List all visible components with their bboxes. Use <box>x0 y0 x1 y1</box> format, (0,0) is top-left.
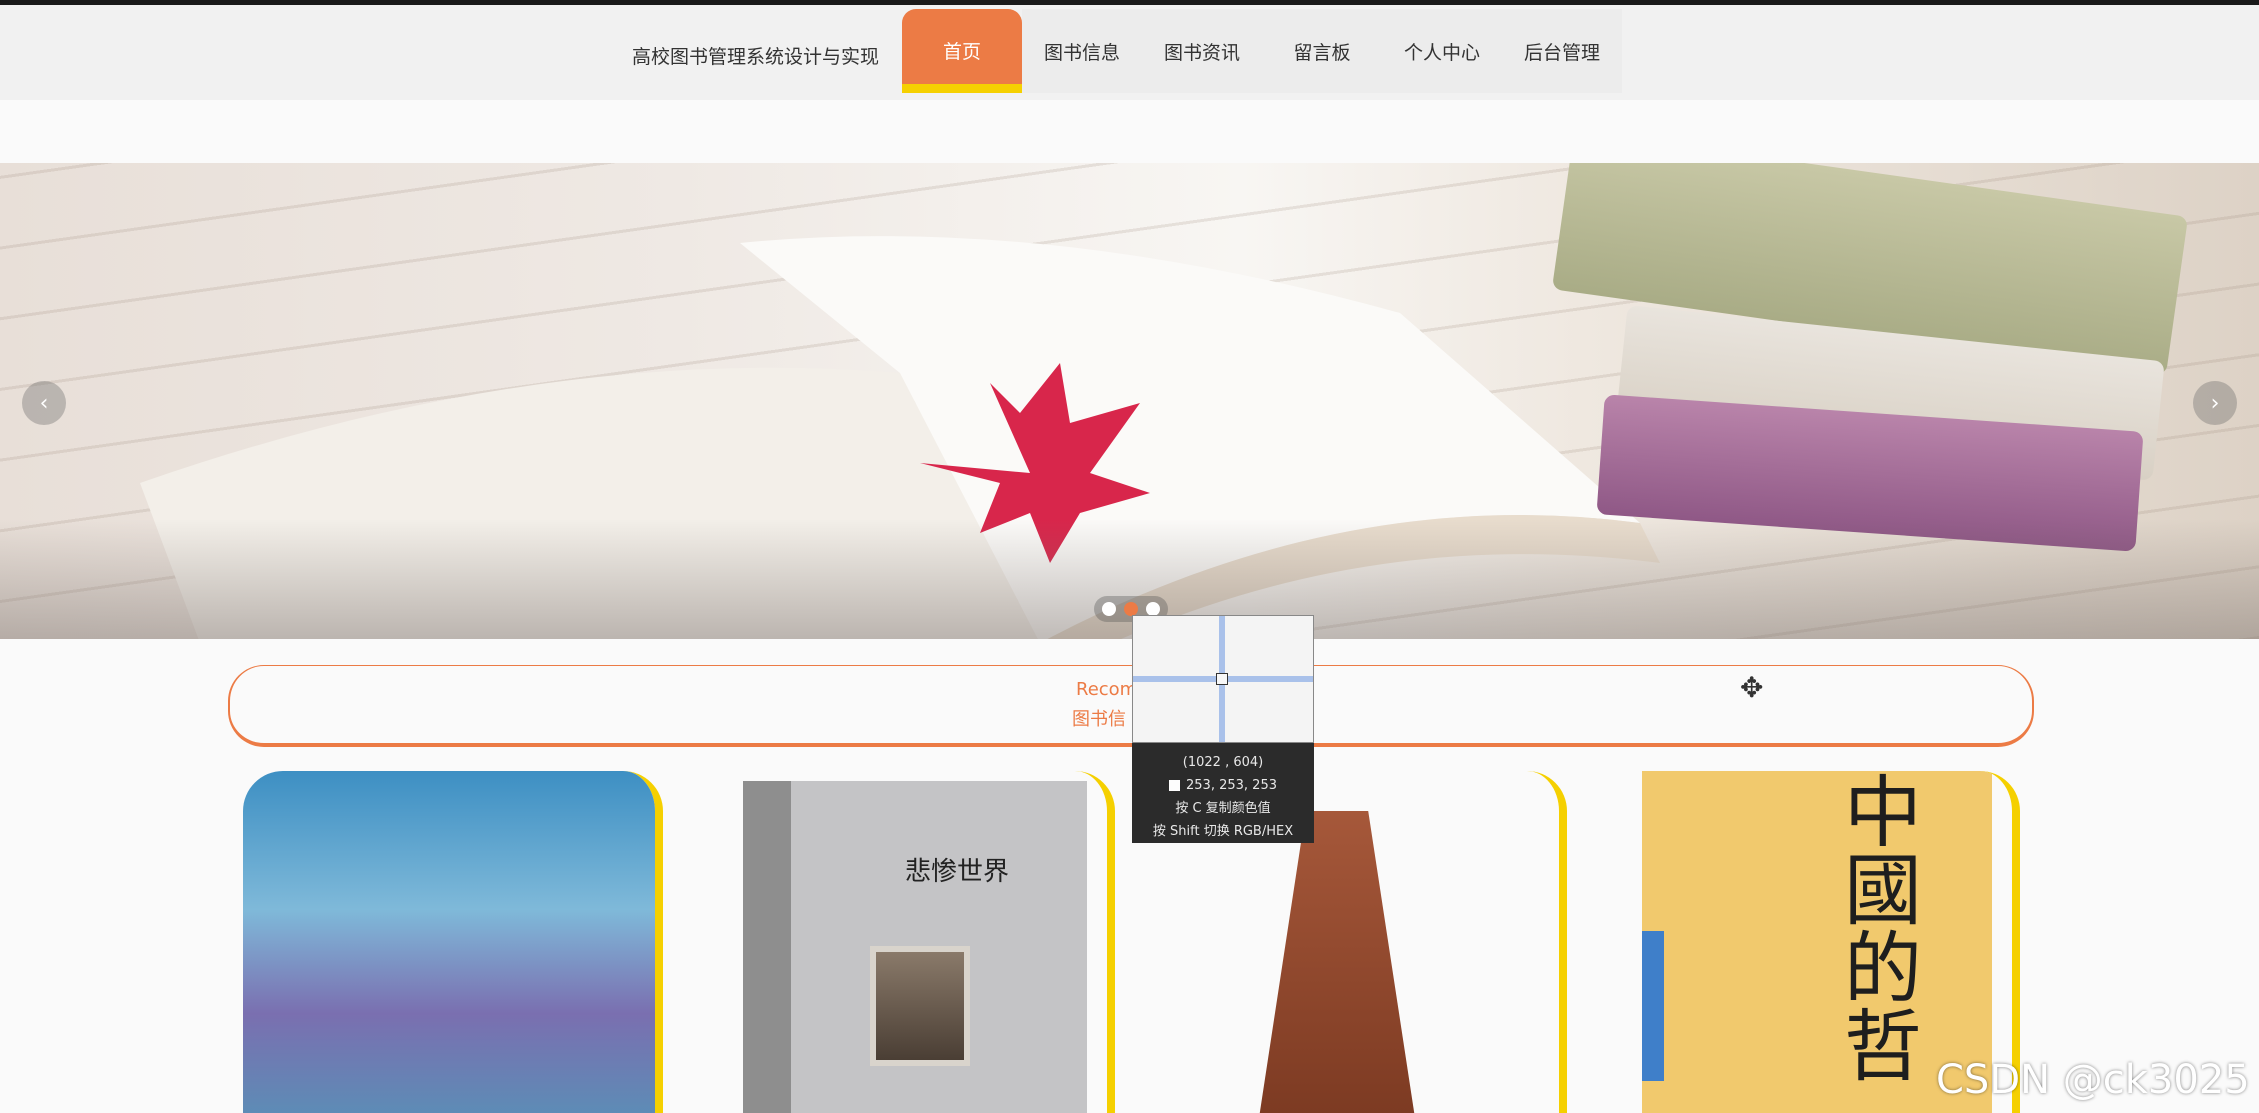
nav-item-admin[interactable]: 后台管理 <box>1502 9 1622 93</box>
chevron-left-icon: ‹ <box>39 390 49 416</box>
book-cover-image <box>243 771 655 1113</box>
page: 高校图书管理系统设计与实现 首页 图书信息 图书资讯 留言板 个人中心 后台管理… <box>0 0 2259 1113</box>
crosshair-center <box>1216 673 1228 685</box>
nav-item-personal-center[interactable]: 个人中心 <box>1382 9 1502 93</box>
color-swatch-icon <box>1169 780 1181 791</box>
carousel-dot[interactable] <box>1102 602 1116 616</box>
nav-item-home[interactable]: 首页 <box>902 9 1022 93</box>
hero-carousel: ‹ › <box>0 163 2259 639</box>
book-cover-image <box>1259 811 1415 1113</box>
book-cover-title: 中國的哲 <box>1831 771 1921 1083</box>
book-cover-band <box>1642 931 1664 1081</box>
book-cover-photo <box>870 946 970 1066</box>
section-title-en: Recom <box>1076 679 1138 700</box>
top-nav-bar: 高校图书管理系统设计与实现 首页 图书信息 图书资讯 留言板 个人中心 后台管理 <box>0 5 2259 100</box>
chevron-right-icon: › <box>2210 390 2220 416</box>
color-picker-copy-hint: 按 C 复制颜色值 <box>1175 801 1271 816</box>
color-picker-switch-hint: 按 Shift 切换 RGB/HEX <box>1152 824 1294 839</box>
color-picker-info: (1022 , 604) 253, 253, 253 按 C 复制颜色值 按 S… <box>1132 743 1314 843</box>
color-picker-rgb-row: 253, 253, 253 <box>1132 774 1314 797</box>
main-nav: 首页 图书信息 图书资讯 留言板 个人中心 后台管理 <box>902 9 1622 97</box>
color-picker-rgb: 253, 253, 253 <box>1186 778 1277 793</box>
nav-item-book-news[interactable]: 图书资讯 <box>1142 9 1262 93</box>
move-cursor-icon: ✥ <box>1740 671 1764 704</box>
carousel-prev-button[interactable]: ‹ <box>22 381 66 425</box>
color-picker-magnifier <box>1132 615 1314 743</box>
site-title: 高校图书管理系统设计与实现 <box>632 46 880 68</box>
carousel-dot-active[interactable] <box>1124 602 1138 616</box>
book-cover-title: 悲惨世界 <box>905 857 1010 887</box>
nav-item-book-info[interactable]: 图书信息 <box>1022 9 1142 93</box>
book-card[interactable]: 悲惨世界 <box>695 771 1115 1113</box>
nav-item-message-board[interactable]: 留言板 <box>1262 9 1382 93</box>
carousel-dot[interactable] <box>1146 602 1160 616</box>
book-card[interactable] <box>243 771 663 1113</box>
section-title-cn: 图书信 <box>1072 709 1126 730</box>
color-picker-overlay: (1022 , 604) 253, 253, 253 按 C 复制颜色值 按 S… <box>1132 615 1314 843</box>
color-picker-coords: (1022 , 604) <box>1182 755 1264 770</box>
watermark: CSDN @ck3025 <box>1936 1057 2250 1103</box>
carousel-next-button[interactable]: › <box>2193 381 2237 425</box>
